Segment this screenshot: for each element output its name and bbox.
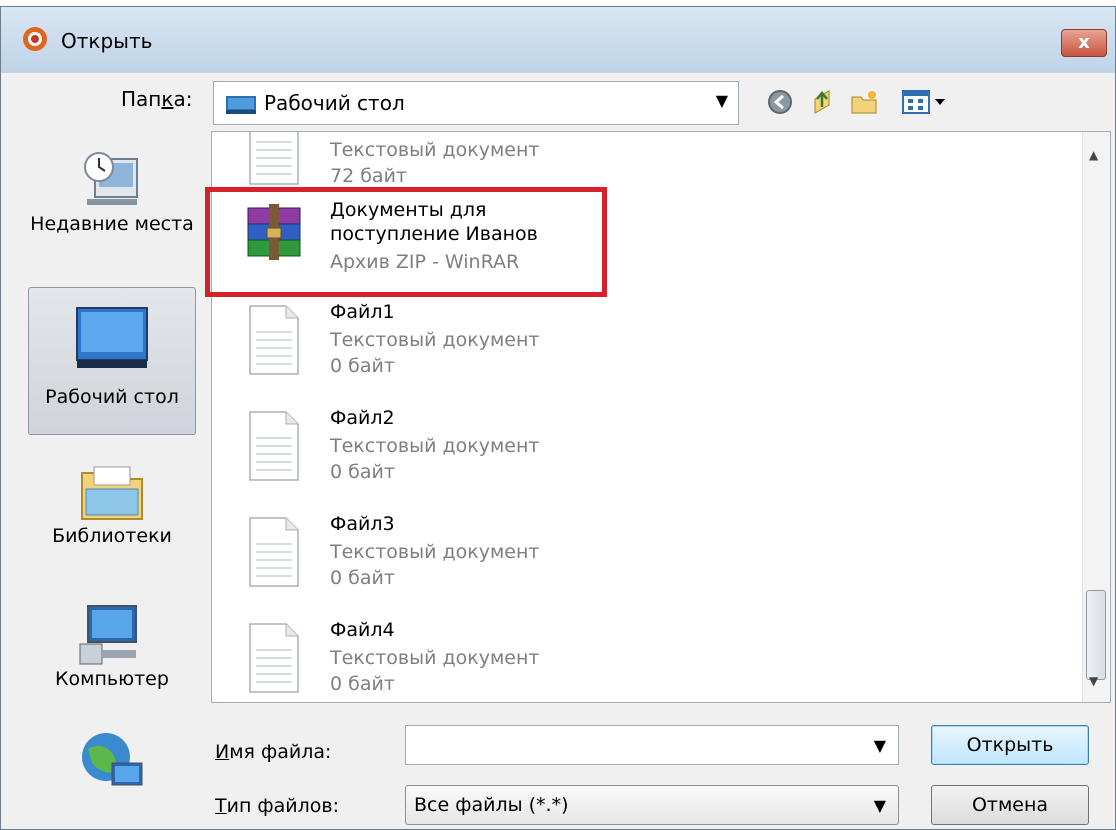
new-folder-icon[interactable]	[849, 87, 879, 117]
back-icon[interactable]	[765, 87, 795, 117]
open-file-dialog: Открыть x Папка: Рабочий стол ▼ Недавние…	[0, 6, 1116, 830]
file-type: Текстовый документ	[330, 435, 540, 457]
file-type: Текстовый документ	[330, 329, 540, 351]
cancel-button[interactable]: Отмена	[931, 785, 1089, 825]
file-name: Файл3	[330, 513, 395, 535]
folder-value: Рабочий стол	[264, 91, 405, 115]
file-size: 0 байт	[330, 355, 395, 377]
vertical-scrollbar[interactable]: ▲ ▼	[1082, 132, 1110, 702]
file-item[interactable]: Файл3 Текстовый документ 0 байт	[232, 508, 632, 608]
close-icon: x	[1078, 32, 1090, 53]
place-recent-label: Недавние места	[30, 213, 194, 235]
place-desktop-label: Рабочий стол	[45, 386, 179, 408]
file-name: Файл1	[330, 301, 395, 323]
file-type: Текстовый документ	[330, 647, 540, 669]
view-menu-icon[interactable]	[901, 87, 949, 117]
place-libraries[interactable]: Библиотеки	[28, 447, 196, 577]
text-document-icon	[249, 517, 299, 587]
place-recent[interactable]: Недавние места	[28, 147, 196, 277]
place-libraries-label: Библиотеки	[52, 525, 172, 547]
filename-input[interactable]: ▼	[405, 725, 899, 765]
text-document-icon	[249, 305, 299, 375]
desktop-icon	[76, 307, 148, 368]
file-size: 72 байт	[330, 165, 407, 187]
up-folder-icon[interactable]	[807, 87, 837, 117]
scroll-up-icon[interactable]: ▲	[1089, 148, 1098, 162]
chevron-down-icon[interactable]: ▼	[874, 796, 886, 815]
window-title: Открыть	[61, 29, 153, 53]
computer-icon	[79, 605, 137, 665]
chevron-down-icon[interactable]: ▼	[874, 736, 886, 755]
text-document-icon	[249, 132, 299, 185]
open-button[interactable]: Открыть	[931, 725, 1089, 765]
file-size: 0 байт	[330, 567, 395, 589]
file-item[interactable]: Файл4 Текстовый документ 0 байт	[232, 614, 632, 702]
file-size: 0 байт	[330, 673, 395, 695]
selection-highlight	[205, 187, 607, 297]
scrollbar-thumb[interactable]	[1086, 590, 1106, 680]
places-bar: Недавние места Рабочий стол Библиотеки К…	[28, 137, 196, 786]
filetype-label: Тип файлов:	[215, 795, 340, 817]
text-document-icon	[249, 623, 299, 693]
scroll-down-icon[interactable]: ▼	[1089, 674, 1098, 688]
file-type: Текстовый документ	[330, 541, 540, 563]
app-icon	[23, 27, 47, 51]
recent-places-icon	[84, 152, 138, 205]
file-name: Файл4	[330, 619, 395, 641]
text-document-icon	[249, 411, 299, 481]
chevron-down-icon[interactable]: ▼	[716, 91, 728, 110]
file-type: Текстовый документ	[330, 139, 540, 161]
file-item[interactable]: Файл1 Текстовый документ 0 байт	[232, 296, 632, 396]
file-size: 0 байт	[330, 461, 395, 483]
place-computer[interactable]: Компьютер	[28, 592, 196, 722]
close-button[interactable]: x	[1061, 29, 1107, 57]
filetype-value: Все файлы (*.*)	[414, 794, 569, 816]
place-network[interactable]	[28, 717, 196, 817]
file-name: Файл2	[330, 407, 395, 429]
libraries-icon	[81, 466, 143, 520]
place-computer-label: Компьютер	[55, 668, 169, 690]
folder-label: Папка:	[121, 87, 193, 111]
folder-dropdown[interactable]: Рабочий стол ▼	[213, 81, 739, 125]
file-item[interactable]: Файл2 Текстовый документ 0 байт	[232, 402, 632, 502]
desktop-icon	[226, 96, 256, 114]
place-desktop[interactable]: Рабочий стол	[28, 287, 196, 435]
filename-label: Имя файла:	[215, 741, 332, 763]
title-bar: Открыть x	[1, 7, 1115, 73]
filetype-select[interactable]: Все файлы (*.*) ▼	[405, 785, 899, 825]
network-icon	[82, 733, 143, 786]
